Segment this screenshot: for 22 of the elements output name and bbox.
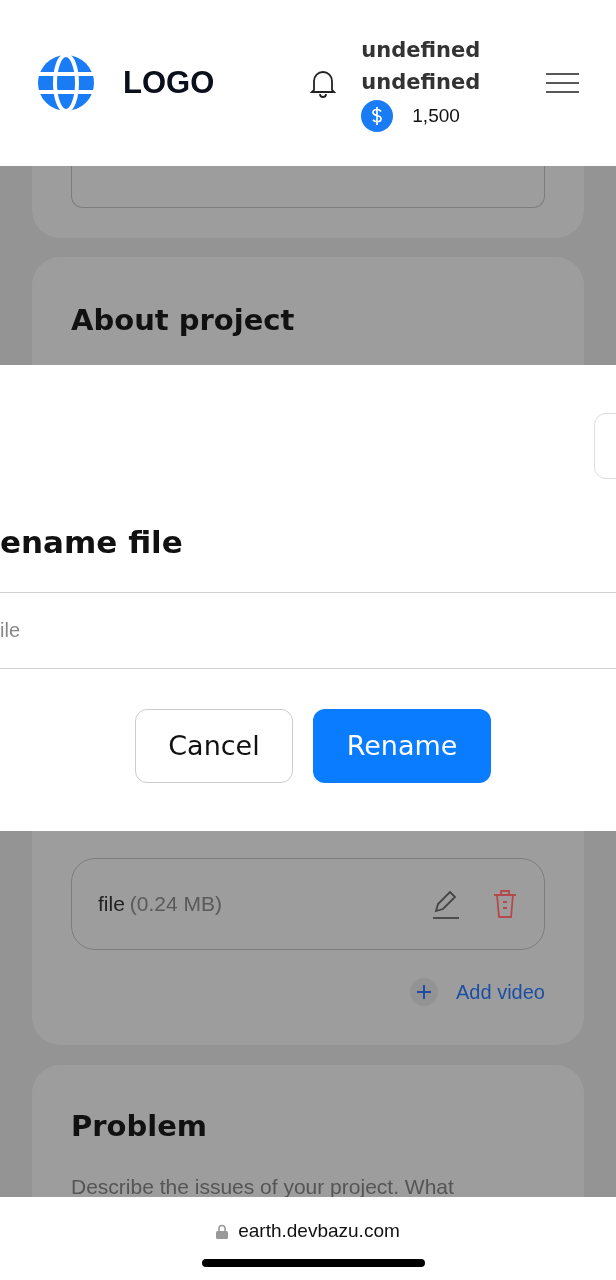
- lock-icon: [216, 1223, 229, 1239]
- user-name: undefined: [361, 37, 481, 64]
- pencil-icon[interactable]: [432, 889, 460, 919]
- trash-icon[interactable]: [492, 889, 518, 919]
- cancel-button[interactable]: Cancel: [135, 709, 293, 783]
- globe-logo-icon: [37, 54, 95, 112]
- dollar-coin-icon: [361, 100, 394, 132]
- section-title: About project: [71, 303, 295, 337]
- rename-button[interactable]: Rename: [313, 709, 491, 783]
- url-text[interactable]: earth.devbazu.com: [238, 1217, 400, 1246]
- logo-text: LOGO: [123, 63, 215, 102]
- menu-icon[interactable]: [546, 73, 579, 93]
- dialog-title: ename file: [0, 523, 183, 562]
- file-name-field[interactable]: ile: [0, 592, 616, 669]
- file-name: file: [98, 891, 125, 918]
- section-title: Problem: [71, 1109, 208, 1143]
- plus-icon[interactable]: [410, 978, 439, 1006]
- balance-amount: 1,500: [412, 103, 460, 128]
- section-description: Describe the issues of your project. What: [71, 1174, 454, 1198]
- user-name: undefined: [361, 69, 481, 96]
- bell-icon[interactable]: [310, 68, 337, 98]
- file-size: (0.24 MB): [129, 891, 223, 918]
